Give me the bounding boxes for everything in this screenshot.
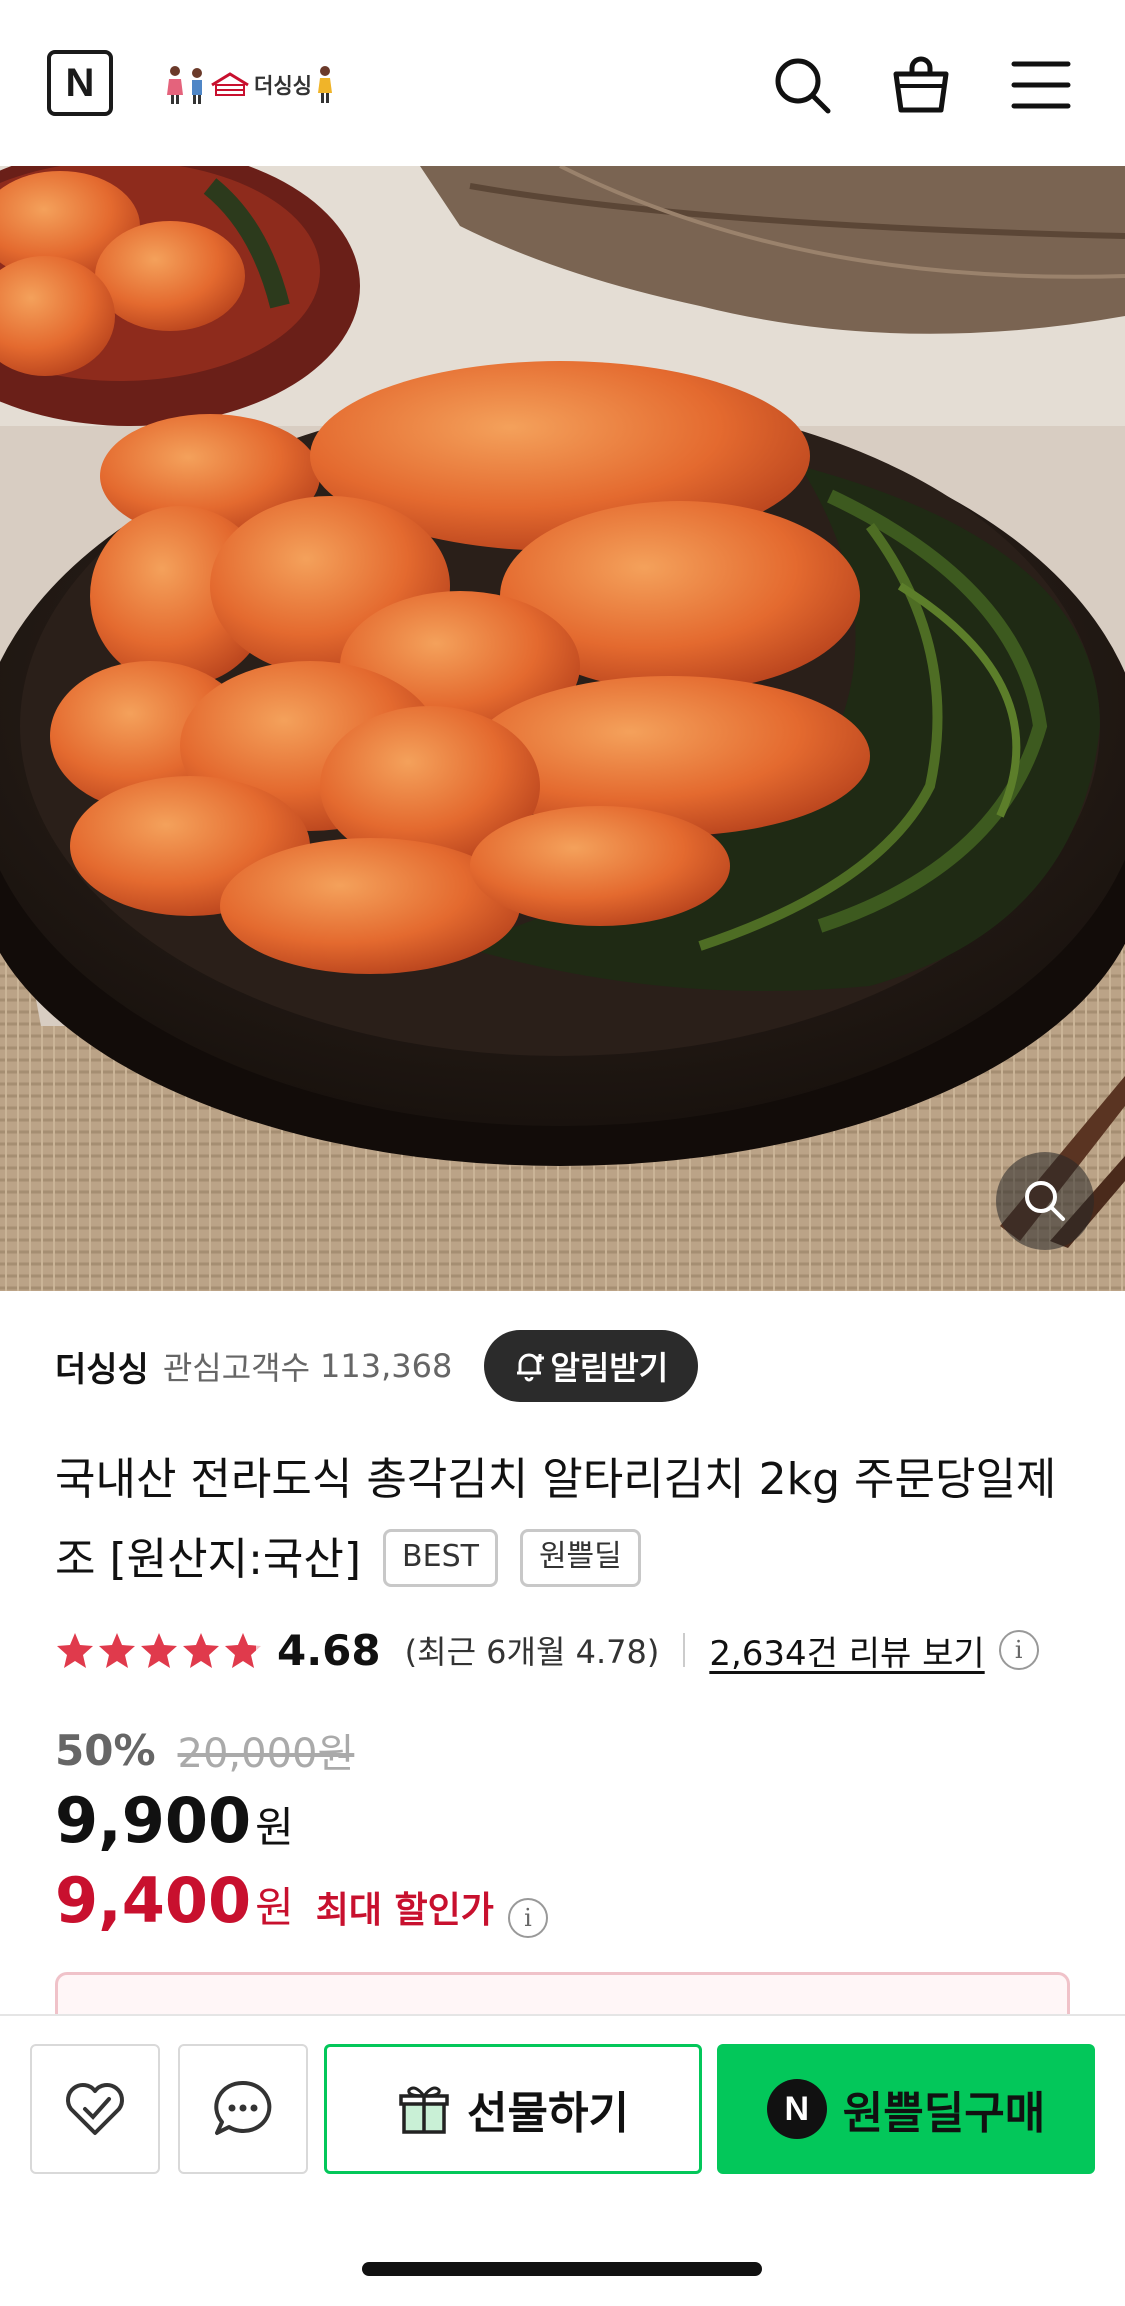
- top-header: N 더싱싱: [0, 0, 1125, 166]
- price-row: 9,900 원: [55, 1784, 294, 1860]
- person-illustration-icon: [167, 66, 183, 104]
- star-icon: [99, 1633, 135, 1668]
- recent-rating: (최근 6개월 4.78): [404, 1633, 660, 1671]
- rating-score: 4.68: [277, 1625, 381, 1675]
- house-roof-icon: [211, 72, 249, 96]
- alert-subscribe-label: 알림받기: [550, 1349, 669, 1387]
- max-discount-price: 9,400: [55, 1864, 252, 1937]
- max-discount-currency: 원: [255, 1883, 294, 1932]
- fans-count: 113,368: [320, 1347, 453, 1385]
- gift-icon: [399, 2086, 449, 2134]
- bell-plus-icon: [517, 1353, 545, 1382]
- person-illustration-icon: [192, 68, 202, 104]
- naver-pay-icon: N: [766, 2079, 827, 2139]
- original-price: 20,000원: [177, 1731, 355, 1777]
- star-icon: [183, 1633, 219, 1668]
- talk-talk-button[interactable]: [178, 2044, 308, 2174]
- alert-subscribe-button[interactable]: 알림받기: [484, 1330, 699, 1402]
- rating-row: 4.68 (최근 6개월 4.78) 2,634건 리뷰 보기 i: [55, 1622, 1075, 1678]
- star-icon: [141, 1633, 177, 1668]
- store-logo[interactable]: 더싱싱: [166, 60, 371, 110]
- product-title: 국내산 전라도식 총각김치 알타리김치 2kg 주문당일제조 [원산지:국산] …: [55, 1440, 1075, 1600]
- buy-button-label: 원쁠딜구매: [842, 2088, 1046, 2139]
- person-illustration-icon: [317, 66, 332, 103]
- zoom-search-icon: [1025, 1181, 1065, 1221]
- home-indicator: [362, 2262, 762, 2276]
- buy-button[interactable]: N 원쁠딜구매: [717, 2044, 1095, 2174]
- gift-button[interactable]: 선물하기: [324, 2044, 702, 2174]
- fans-label: 관심고객수: [162, 1349, 311, 1387]
- cart-icon[interactable]: [886, 50, 956, 120]
- gift-button-label: 선물하기: [467, 2088, 629, 2139]
- store-logo-text: 더싱싱: [254, 74, 312, 98]
- menu-icon[interactable]: [1006, 50, 1076, 120]
- max-discount-label: 최대 할인가: [315, 1890, 494, 1931]
- currency-label: 원: [255, 1803, 294, 1852]
- discount-rate: 50%: [55, 1725, 156, 1775]
- discount-row: 50% 20,000원: [55, 1722, 354, 1778]
- best-badge: BEST: [383, 1529, 498, 1587]
- star-rating: [55, 1630, 263, 1670]
- star-icon: [57, 1633, 93, 1668]
- seller-name[interactable]: 더싱싱: [55, 1342, 149, 1391]
- star-half-icon: [225, 1633, 261, 1668]
- one-plus-deal-badge: 원쁠딜: [519, 1529, 641, 1587]
- search-icon[interactable]: [767, 50, 837, 120]
- chat-bubble-icon: [214, 2080, 272, 2135]
- divider: [683, 1633, 686, 1667]
- heart-check-icon: [66, 2083, 124, 2135]
- review-link[interactable]: 2,634건 리뷰 보기: [709, 1626, 984, 1675]
- product-image-carousel[interactable]: [0, 166, 1125, 1291]
- info-icon[interactable]: i: [507, 1898, 548, 1938]
- naver-home-logo[interactable]: N: [47, 50, 113, 116]
- product-photo: [0, 166, 1125, 1291]
- product-page: N 더싱싱 더싱싱 관심고객수 113,368 알림받기 국내산 전라도식 총각…: [0, 0, 1125, 2306]
- seller-row: 더싱싱 관심고객수 113,368 알림받기: [55, 1330, 1075, 1402]
- zoom-button[interactable]: [996, 1152, 1094, 1250]
- max-discount-row: 9,400 원 최대 할인가 i: [55, 1864, 548, 1940]
- sale-price: 9,900: [55, 1784, 252, 1857]
- wishlist-button[interactable]: [30, 2044, 160, 2174]
- info-icon[interactable]: i: [998, 1630, 1039, 1670]
- store-logo-mark: 더싱싱: [166, 65, 334, 105]
